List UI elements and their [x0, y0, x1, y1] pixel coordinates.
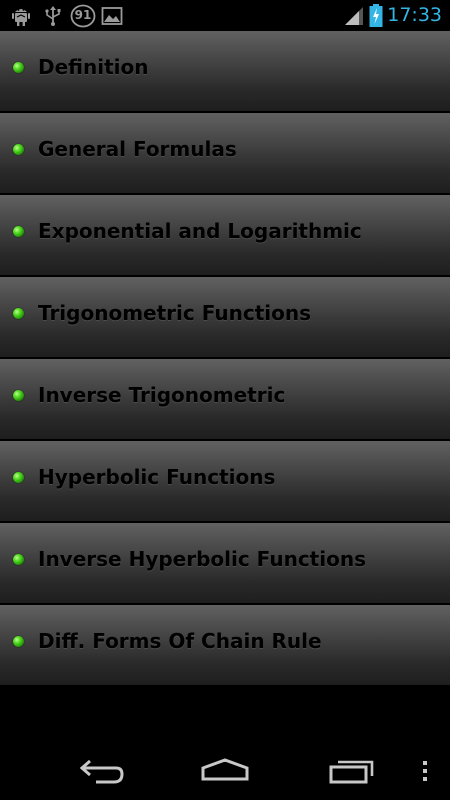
- green-bullet-icon: [13, 144, 24, 155]
- recent-apps-icon: [329, 760, 374, 784]
- list-item-label: General Formulas: [38, 137, 237, 161]
- green-bullet-icon: [13, 472, 24, 483]
- list-item-definition[interactable]: Definition: [0, 31, 450, 111]
- list-item-label: Inverse Trigonometric: [38, 383, 286, 407]
- recent-apps-button[interactable]: [328, 754, 376, 794]
- list-item-inverse-trigonometric[interactable]: Inverse Trigonometric: [0, 359, 450, 439]
- clock: 17:33: [387, 4, 442, 26]
- overflow-menu-button[interactable]: [418, 758, 432, 790]
- list-item-chain-rule[interactable]: Diff. Forms Of Chain Rule: [0, 605, 450, 685]
- status-bar: 91 17:33: [0, 0, 450, 31]
- green-bullet-icon: [13, 636, 24, 647]
- list-item-hyperbolic-functions[interactable]: Hyperbolic Functions: [0, 441, 450, 521]
- back-icon: [79, 759, 124, 784]
- green-bullet-icon: [13, 554, 24, 565]
- list-item-general-formulas[interactable]: General Formulas: [0, 113, 450, 193]
- list-item-inverse-hyperbolic-functions[interactable]: Inverse Hyperbolic Functions: [0, 523, 450, 603]
- green-bullet-icon: [13, 308, 24, 319]
- signal-icon: [344, 6, 364, 30]
- android-debug-icon: [10, 5, 32, 31]
- list-item-label: Diff. Forms Of Chain Rule: [38, 629, 322, 653]
- list-item-exponential-logarithmic[interactable]: Exponential and Logarithmic: [0, 195, 450, 275]
- green-bullet-icon: [13, 226, 24, 237]
- topic-list: Definition General Formulas Exponential …: [0, 31, 450, 687]
- image-icon: [101, 5, 123, 31]
- list-item-label: Hyperbolic Functions: [38, 465, 276, 489]
- back-button[interactable]: [76, 754, 124, 794]
- notification-count: 91: [74, 8, 92, 22]
- navigation-bar: [0, 744, 450, 800]
- home-icon: [201, 758, 249, 781]
- home-button[interactable]: [200, 754, 250, 794]
- list-item-label: Definition: [38, 55, 149, 79]
- green-bullet-icon: [13, 390, 24, 401]
- list-item-label: Trigonometric Functions: [38, 301, 311, 325]
- battery-charging-icon: [369, 4, 383, 32]
- overflow-menu-icon: [423, 761, 427, 781]
- usb-icon: [43, 5, 63, 31]
- list-item-label: Exponential and Logarithmic: [38, 219, 362, 243]
- green-bullet-icon: [13, 62, 24, 73]
- list-item-trigonometric-functions[interactable]: Trigonometric Functions: [0, 277, 450, 357]
- notification-count-icon: 91: [70, 4, 96, 32]
- list-item-label: Inverse Hyperbolic Functions: [38, 547, 366, 571]
